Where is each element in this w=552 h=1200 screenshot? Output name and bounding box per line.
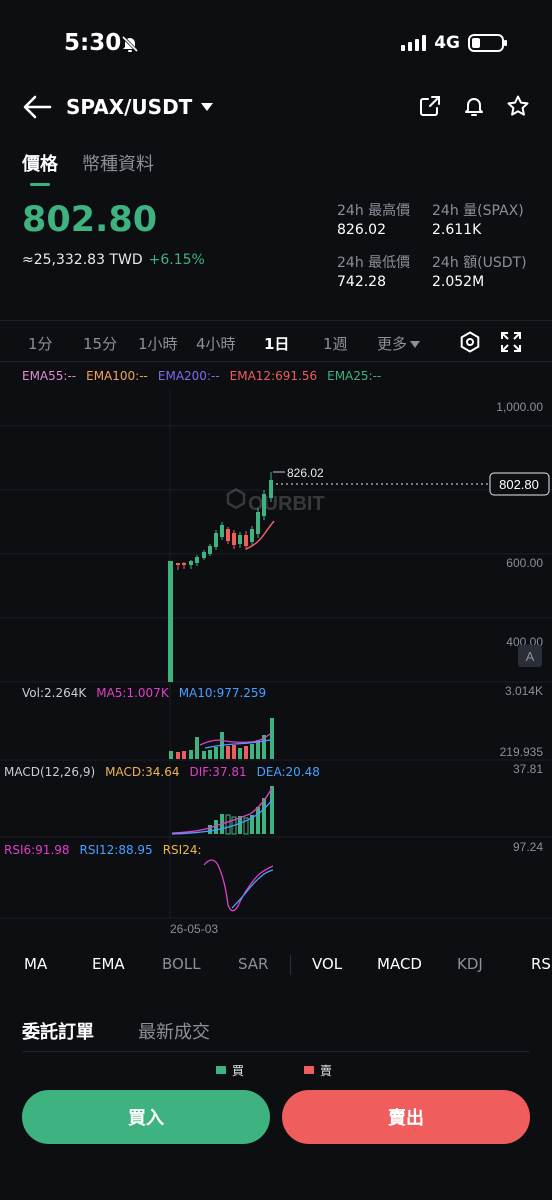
- tab-coin-info[interactable]: 幣種資料: [82, 150, 154, 186]
- ind-macd[interactable]: MACD: [377, 955, 422, 973]
- ind-vol[interactable]: VOL: [312, 955, 342, 973]
- network-type: 4G: [434, 33, 460, 53]
- svg-text:37.81: 37.81: [513, 762, 543, 776]
- interval-more[interactable]: 更多: [377, 333, 421, 354]
- ind-ma[interactable]: MA: [24, 955, 47, 973]
- last-price-tag: 802.80: [499, 477, 539, 492]
- caret-down-icon: [410, 341, 421, 348]
- stat-high: 24h 最高價 826.02: [337, 203, 411, 238]
- stat-volume: 24h 量(SPAX) 2.611K: [432, 203, 524, 238]
- share-icon[interactable]: [418, 94, 442, 118]
- watermark-text: OURBIT: [248, 493, 325, 515]
- watermark: OURBIT: [226, 487, 325, 515]
- volume-bars: [169, 718, 274, 759]
- buy-button[interactable]: 買入: [22, 1090, 270, 1144]
- settings-hexagon-icon[interactable]: [459, 331, 481, 353]
- price-subline: ≈25,332.83 TWD +6.15%: [22, 252, 205, 268]
- sell-button[interactable]: 賣出: [282, 1090, 530, 1144]
- svg-text:219.935: 219.935: [500, 745, 544, 759]
- interval-1d[interactable]: 1日: [264, 333, 289, 354]
- date-label: 26-05-03: [170, 922, 218, 936]
- status-time: 5:30: [64, 30, 122, 56]
- caret-down-icon: [201, 103, 214, 111]
- interval-4h[interactable]: 4小時: [196, 333, 236, 354]
- bell-icon[interactable]: [462, 94, 486, 118]
- tab-orders[interactable]: 委託訂單: [22, 1018, 94, 1054]
- back-arrow-icon[interactable]: [22, 94, 52, 124]
- sell-legend-label: 賣: [320, 1064, 333, 1078]
- high-marker: 826.02: [287, 466, 324, 480]
- vol-legend: Vol:2.264K MA5:1.007K MA10:977.259: [22, 686, 267, 700]
- ind-boll[interactable]: BOLL: [162, 955, 201, 973]
- interval-1h[interactable]: 1小時: [138, 333, 178, 354]
- star-icon[interactable]: [506, 94, 530, 118]
- price-change: +6.15%: [148, 252, 205, 268]
- ind-rsi[interactable]: RS: [531, 955, 551, 973]
- tab-latest-trades[interactable]: 最新成交: [138, 1018, 210, 1054]
- stat-low: 24h 最低價 742.28: [337, 255, 411, 290]
- buy-legend-label: 買: [232, 1064, 245, 1078]
- interval-1w[interactable]: 1週: [323, 333, 348, 354]
- fullscreen-icon[interactable]: [500, 331, 522, 353]
- twd-price: ≈25,332.83 TWD: [22, 252, 143, 268]
- buy-swatch: [216, 1066, 226, 1074]
- svg-text:3.014K: 3.014K: [505, 684, 543, 698]
- svg-text:600.00: 600.00: [506, 556, 543, 570]
- svg-text:1,000.00: 1,000.00: [496, 400, 543, 414]
- divider: [290, 955, 291, 975]
- stat-turnover: 24h 額(USDT) 2.052M: [432, 255, 527, 290]
- pair-name: SPAX/USDT: [66, 95, 193, 119]
- pair-selector[interactable]: SPAX/USDT: [66, 95, 214, 119]
- interval-15m[interactable]: 15分: [83, 333, 117, 354]
- svg-text:97.24: 97.24: [513, 840, 543, 854]
- ind-kdj[interactable]: KDJ: [457, 955, 483, 973]
- last-price: 802.80: [22, 200, 158, 240]
- interval-1m[interactable]: 1分: [28, 333, 53, 354]
- signal-icon: [401, 35, 427, 51]
- rsi-legend: RSI6:91.98 RSI12:88.95 RSI24:: [4, 843, 202, 857]
- macd-bars: [208, 786, 274, 835]
- divider: [22, 1051, 530, 1052]
- ind-ema[interactable]: EMA: [92, 955, 125, 973]
- macd-legend: MACD(12,26,9) MACD:34.64 DIF:37.81 DEA:2…: [4, 765, 320, 779]
- interval-bar: 1分 15分 1小時 4小時 1日 1週 更多: [0, 320, 552, 362]
- tab-price[interactable]: 價格: [22, 150, 58, 186]
- bell-muted-icon: [120, 34, 140, 58]
- ind-sar[interactable]: SAR: [238, 955, 268, 973]
- svg-text:A: A: [526, 649, 535, 664]
- sell-swatch: [304, 1066, 314, 1074]
- battery-icon: [468, 34, 507, 52]
